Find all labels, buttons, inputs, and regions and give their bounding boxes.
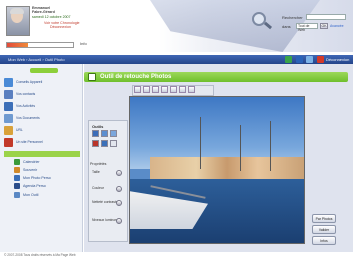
calendar-icon (14, 159, 20, 165)
photo-mast (270, 121, 271, 171)
photo-mast (200, 117, 201, 169)
adjust-knob-icon[interactable] (116, 200, 122, 206)
sidebar-item[interactable]: Vos Activités (4, 102, 80, 111)
help-icon[interactable] (306, 56, 313, 63)
sidebar-selected-bar (4, 151, 80, 157)
select-tool-icon[interactable] (92, 130, 99, 137)
property-control[interactable]: Netteté contraste (92, 200, 122, 208)
photo-mast (240, 125, 241, 171)
sidebar-subitem[interactable]: Souvenir (14, 167, 74, 174)
sidebar-subitem[interactable]: Mon Photo Perso (14, 175, 74, 182)
sidebar-subitem-label: Mon Outil (23, 193, 39, 197)
user-surname: Fabre-Gérard (32, 10, 55, 14)
profile-progress-bar (6, 42, 74, 48)
activites-icon (4, 102, 13, 111)
undo-icon[interactable] (134, 86, 141, 93)
move-tool-icon[interactable] (101, 130, 108, 137)
adjust-knob-icon[interactable] (116, 170, 122, 176)
rotate-icon[interactable] (161, 86, 168, 93)
property-control[interactable]: Taille (92, 170, 122, 178)
sidebar-subitem-label: Souvenir (23, 168, 38, 172)
agenda-icon (14, 183, 20, 189)
sidebar-subitem-label: Calendrier (23, 160, 40, 164)
sidebar-item-label: Vos contacts (16, 92, 36, 96)
sidebar-item[interactable]: Vos Documents (4, 114, 80, 123)
panel-title: Outil de retouche Photos (100, 74, 172, 80)
adjust-knob-icon[interactable] (116, 218, 122, 224)
sidebar-subitem[interactable]: Mon Outil (14, 192, 74, 199)
sidebar-highlight-tab[interactable] (30, 68, 58, 73)
adjust-knob-icon[interactable] (116, 186, 122, 192)
property-control[interactable]: Couleur (92, 186, 122, 194)
home-icon[interactable] (296, 56, 303, 63)
sidebar-item[interactable]: Vos contacts (4, 90, 80, 99)
site-icon (4, 138, 13, 147)
advanced-search-link[interactable]: Avancée (330, 24, 344, 28)
save-icon[interactable] (179, 86, 186, 93)
photo-canvas[interactable] (129, 96, 305, 244)
souvenir-icon (14, 167, 20, 173)
color-tool-icon[interactable] (101, 140, 108, 147)
sidebar-item-label: Conseils Appareil (16, 80, 43, 84)
property-control[interactable]: Niveaux luminosité (92, 218, 122, 226)
search-scope-label: dans (282, 24, 291, 29)
sidebar-subitem[interactable]: Calendrier (14, 159, 74, 166)
sidebar-item-label: URL (16, 128, 23, 132)
photo-town (150, 157, 304, 179)
property-label: Couleur (92, 186, 104, 190)
crop-tool-icon[interactable] (110, 130, 117, 137)
sidebar-item[interactable]: Conseils Appareil (4, 78, 80, 87)
property-label: Netteté contraste (92, 200, 118, 204)
properties-title: Propriétés (90, 162, 107, 166)
search-label: Rechercher (282, 15, 303, 20)
progress-fill (7, 43, 29, 47)
sidebar-item-label: Un site Personnel (16, 140, 43, 144)
search-ok-button[interactable]: OK (320, 23, 328, 29)
user-date: samedi 12 octobre 2007 (32, 15, 71, 19)
sidebar-subitem-label: Mon Photo Perso (23, 176, 51, 180)
redo-icon[interactable] (143, 86, 150, 93)
sidebar-item[interactable]: URL (4, 126, 80, 135)
crop-icon[interactable] (152, 86, 159, 93)
documents-icon (4, 114, 13, 123)
text-tool-icon[interactable] (110, 140, 117, 147)
url-icon (4, 126, 13, 135)
breadcrumb[interactable]: Mon Web › Accueil › Outil Photo (8, 57, 65, 62)
sidebar-subitem[interactable]: Agenda Perso (14, 183, 74, 190)
validate-button[interactable]: Valider (312, 225, 336, 234)
sidebar-item-label: Vos Activités (16, 104, 36, 108)
search-input[interactable] (306, 14, 346, 20)
conseils-icon (4, 78, 13, 87)
outil-icon (14, 192, 20, 198)
nav-logout-link[interactable]: Déconnexion (326, 57, 349, 62)
info-button[interactable]: Infos (312, 236, 336, 245)
footer-text: © 2007-2008 Tous droits réservés à Ma Pa… (4, 253, 76, 257)
photo-icon (14, 175, 20, 181)
sidebar-item[interactable]: Un site Personnel (4, 138, 80, 147)
sidebar-item-label: Vos Documents (16, 116, 40, 120)
tools-title: Outils (92, 124, 104, 129)
progress-label: Info (80, 41, 87, 46)
contacts-icon (4, 90, 13, 99)
photos-button[interactable]: Par Photos (312, 214, 336, 223)
property-label: Taille (92, 170, 100, 174)
zoom-icon[interactable] (170, 86, 177, 93)
sidebar-subitem-label: Agenda Perso (23, 184, 46, 188)
logout-link[interactable]: Déconnexion (50, 25, 71, 29)
print-icon[interactable] (188, 86, 195, 93)
redeye-tool-icon[interactable] (92, 140, 99, 147)
avatar-hair (10, 8, 24, 14)
close-icon[interactable] (317, 56, 324, 63)
arrow-icon[interactable] (285, 56, 292, 63)
photo-tool-icon (88, 73, 96, 81)
search-scope-select[interactable]: Tout de Web (296, 23, 318, 32)
